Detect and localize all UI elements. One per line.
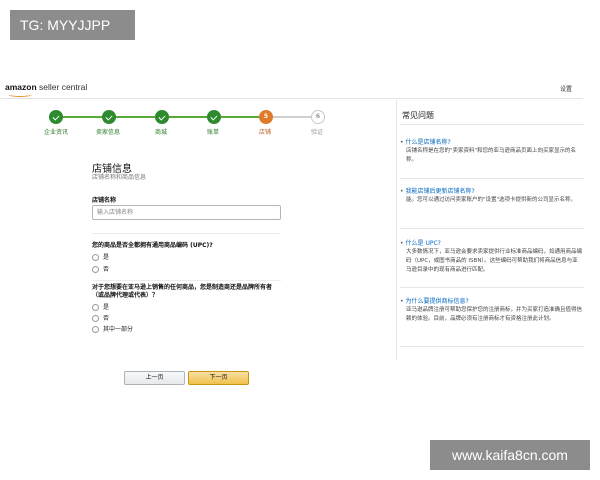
radio-icon[interactable] xyxy=(92,315,99,322)
store-name-input[interactable]: 输入店铺名称 xyxy=(92,205,281,220)
logo-brand: amazon xyxy=(5,82,37,92)
step-6-label: 验证 xyxy=(311,129,324,136)
store-name-label: 店铺名称 xyxy=(92,197,117,204)
watermark-bottom-right: www.kaifa8cn.com xyxy=(430,440,590,470)
faq-answer-2: 能。您可以通过访问卖家账户的"设置"选项卡提供新的公司显示名称。 xyxy=(406,197,577,203)
step-4-label: 账单 xyxy=(207,129,220,136)
upc-option-yes[interactable]: 是 xyxy=(92,252,109,261)
brand-option-yes[interactable]: 是 xyxy=(92,302,109,311)
faq-question-3-text[interactable]: 什么是 UPC? xyxy=(406,240,441,247)
logo-product: seller central xyxy=(36,82,88,92)
upc-option-yes-label: 是 xyxy=(103,254,110,261)
faq-divider xyxy=(400,124,584,125)
faq-divider xyxy=(400,228,584,229)
brand-option-no[interactable]: 否 xyxy=(92,313,109,322)
stepper-connector xyxy=(168,116,208,118)
faq-question-4-text[interactable]: 为什么要提供商标信息? xyxy=(406,298,469,305)
step-6-dot: 6 xyxy=(311,110,325,124)
upc-option-no-label: 否 xyxy=(103,266,110,273)
form-subtitle: 店铺名称和商品信息 xyxy=(92,174,147,181)
faq-title: 常见问题 xyxy=(402,111,434,120)
brand-option-yes-label: 是 xyxy=(103,304,110,311)
stepper-connector xyxy=(115,116,155,118)
faq-divider xyxy=(400,346,584,347)
brand-question-line2: （或品牌代理或代表）？ xyxy=(92,292,159,299)
faq-question-3[interactable]: • 什么是 UPC? xyxy=(400,238,441,247)
radio-icon[interactable] xyxy=(92,266,99,273)
bullet-icon: • xyxy=(400,188,404,195)
settings-link[interactable]: 设置 xyxy=(560,84,572,93)
step-5-label: 店铺 xyxy=(259,129,272,136)
bullet-icon: • xyxy=(400,139,404,146)
faq-divider xyxy=(400,287,584,288)
stepper-connector xyxy=(221,116,261,118)
watermark-top-left: TG: MYYJJPP xyxy=(10,10,135,40)
brand-option-some[interactable]: 其中一部分 xyxy=(92,324,133,333)
faq-divider xyxy=(400,178,584,179)
bullet-icon: • xyxy=(400,240,404,247)
radio-icon[interactable] xyxy=(92,326,99,333)
faq-question-2[interactable]: • 我能店铺后更新店铺名称? xyxy=(400,186,475,195)
stepper-connector xyxy=(272,116,312,118)
stepper-connector xyxy=(62,116,102,118)
brand-option-some-label: 其中一部分 xyxy=(103,326,134,333)
amazon-seller-central-logo[interactable]: amazon seller central xyxy=(5,82,87,92)
step-5-current-dot: 5 xyxy=(259,110,273,124)
previous-page-button[interactable]: 上一页 xyxy=(124,371,185,385)
radio-icon[interactable] xyxy=(92,304,99,311)
step-1-label: 企业资讯 xyxy=(44,129,69,136)
faq-answer-4: 亚马逊品牌注册可帮助您保护您的注册商标，并为买家打造准确且值得信赖的体验。目前，… xyxy=(406,307,583,322)
step-1-check-icon xyxy=(49,110,63,124)
faq-question-1-text[interactable]: 什么是店铺名称? xyxy=(406,139,451,146)
divider xyxy=(92,233,281,234)
faq-question-4[interactable]: • 为什么要提供商标信息? xyxy=(400,296,469,305)
panel-divider xyxy=(396,100,397,360)
step-3-check-icon xyxy=(155,110,169,124)
faq-answer-3: 大多数情况下，亚马逊会要求卖家提供行业标准商品编码，如通用商品编码（UPC，或图… xyxy=(406,249,583,273)
radio-icon[interactable] xyxy=(92,254,99,261)
top-bar xyxy=(0,80,583,99)
bullet-icon: • xyxy=(400,298,404,305)
step-2-label: 卖家信息 xyxy=(96,129,121,136)
brand-question-line1: 对于您想要在亚马逊上销售的任何商品，您是制造商还是品牌所有者 xyxy=(92,284,273,291)
amazon-smile-icon xyxy=(8,92,32,97)
brand-option-no-label: 否 xyxy=(103,315,110,322)
divider xyxy=(92,280,281,281)
step-3-label: 商城 xyxy=(155,129,168,136)
faq-question-1[interactable]: • 什么是店铺名称? xyxy=(400,137,451,146)
upc-option-no[interactable]: 否 xyxy=(92,264,109,273)
faq-question-2-text[interactable]: 我能店铺后更新店铺名称? xyxy=(406,188,475,195)
upc-question: 您的商品是否全都拥有通用商品编码 (UPC)? xyxy=(92,242,213,249)
next-page-button[interactable]: 下一页 xyxy=(188,371,249,385)
faq-answer-1: 店铺名称是在您的"卖家资料"和您的亚马逊商品页面上向买家显示的名称。 xyxy=(406,148,577,163)
step-4-check-icon xyxy=(207,110,221,124)
step-2-check-icon xyxy=(102,110,116,124)
